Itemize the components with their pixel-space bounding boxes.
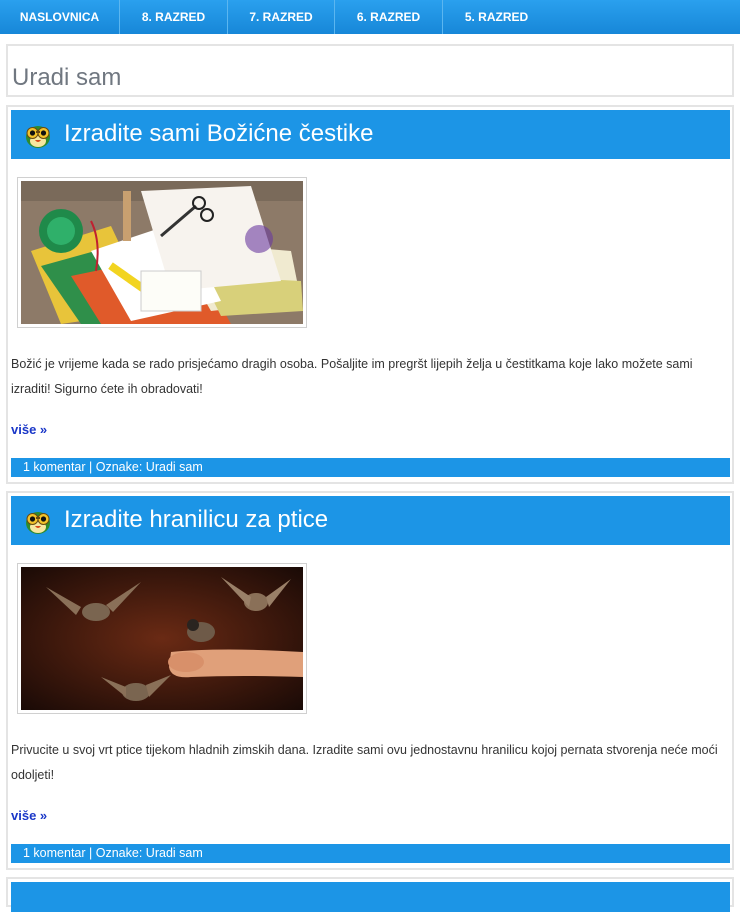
post-excerpt: Privucite u svoj vrt ptice tijekom hladn… — [11, 743, 718, 782]
footer-separator: | — [89, 460, 93, 474]
tag-link[interactable]: Uradi sam — [146, 460, 203, 474]
post-title[interactable]: Izradite hranilicu za ptice — [64, 505, 328, 535]
owl-mascot-icon — [26, 512, 50, 534]
nav-item-8-razred[interactable]: 8. RAZRED — [120, 0, 228, 34]
post-thumbnail[interactable] — [17, 177, 307, 328]
nav-item-7-razred[interactable]: 7. RAZRED — [228, 0, 335, 34]
comments-link[interactable]: 1 komentar — [23, 460, 86, 474]
post-title[interactable]: Izradite sami Božićne čestike — [64, 119, 373, 149]
page-title-box: Uradi sam — [6, 44, 734, 97]
post-excerpt: Božić je vrijeme kada se rado prisjećamo… — [11, 357, 693, 396]
christmas-card-supplies-image — [21, 181, 303, 324]
tags-label: Oznake: — [95, 460, 143, 474]
nav-item-naslovnica[interactable]: NASLOVNICA — [0, 0, 120, 34]
comments-link[interactable]: 1 komentar — [23, 846, 86, 860]
nav-item-6-razred[interactable]: 6. RAZRED — [335, 0, 443, 34]
post-footer: 1 komentar | Oznake: Uradi sam — [11, 458, 730, 477]
tags-label: Oznake: — [95, 846, 143, 860]
top-navigation: NASLOVNICA 8. RAZRED 7. RAZRED 6. RAZRED… — [0, 0, 740, 34]
nav-item-5-razred[interactable]: 5. RAZRED — [443, 0, 550, 34]
page-title: Uradi sam — [12, 64, 122, 91]
post-header — [11, 882, 730, 912]
footer-separator: | — [89, 846, 93, 860]
post-header: Izradite hranilicu za ptice — [11, 496, 730, 545]
tag-link[interactable]: Uradi sam — [146, 846, 203, 860]
read-more-link[interactable]: više » — [11, 422, 47, 437]
read-more-link[interactable]: više » — [11, 808, 47, 823]
post-card: Izradite hranilicu za ptice Privucite u … — [6, 491, 734, 870]
post-thumbnail[interactable] — [17, 563, 307, 714]
owl-mascot-icon — [26, 126, 50, 148]
post-header: Izradite sami Božićne čestike — [11, 110, 730, 159]
birds-feeding-image — [21, 567, 303, 710]
post-footer: 1 komentar | Oznake: Uradi sam — [11, 844, 730, 863]
post-card: Izradite sami Božićne čestike Božić je v… — [6, 105, 734, 484]
post-card — [6, 877, 734, 912]
